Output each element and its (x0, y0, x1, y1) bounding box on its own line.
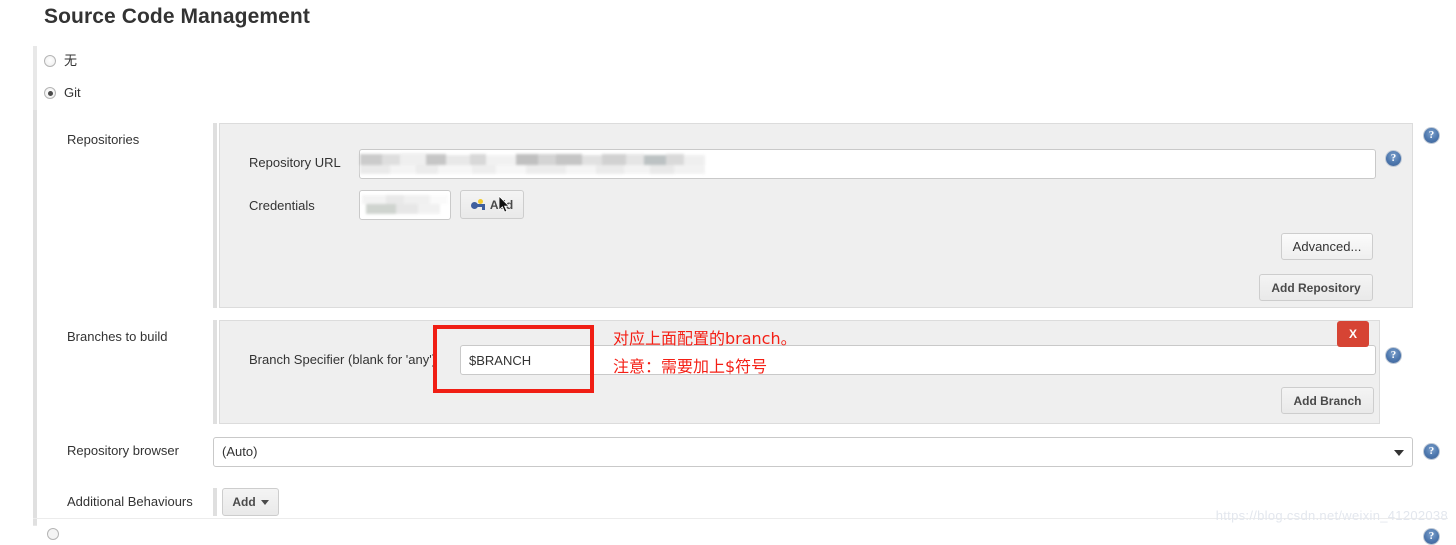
next-section-radio[interactable] (47, 528, 59, 540)
repositories-section-label: Repositories (67, 132, 140, 147)
credentials-redaction (362, 193, 448, 217)
repository-url-redaction (360, 150, 705, 178)
branch-specifier-help-icon[interactable]: ? (1385, 347, 1402, 364)
additional-behaviours-rail (213, 488, 217, 516)
scm-option-none-label: 无 (64, 53, 78, 68)
add-repository-button[interactable]: Add Repository (1259, 274, 1373, 301)
repositories-panel-rail (213, 123, 217, 308)
repository-browser-value: (Auto) (222, 444, 258, 459)
repository-browser-select[interactable]: (Auto) (213, 437, 1413, 467)
credentials-label: Credentials (249, 198, 315, 213)
form-left-rail-secondary (33, 110, 37, 525)
branch-specifier-label: Branch Specifier (blank for 'any') (249, 352, 437, 367)
additional-behaviours-label: Additional Behaviours (67, 494, 193, 509)
radio-icon-none[interactable] (44, 55, 56, 67)
add-credentials-button-label: Add (489, 197, 514, 212)
branches-panel-rail (213, 320, 217, 424)
repository-url-help-icon[interactable]: ? (1385, 150, 1402, 167)
repository-browser-label: Repository browser (67, 443, 179, 458)
advanced-button[interactable]: Advanced... (1281, 233, 1373, 260)
page-title: Source Code Management (44, 5, 310, 28)
scm-option-git[interactable]: Git (44, 86, 81, 100)
key-icon (470, 198, 485, 211)
repositories-section-help-icon[interactable]: ? (1423, 127, 1440, 144)
delete-branch-button[interactable]: X (1337, 321, 1369, 347)
branches-section-label: Branches to build (67, 329, 168, 344)
branch-specifier-input[interactable] (460, 345, 1376, 375)
additional-behaviours-add-label: Add (232, 495, 256, 509)
add-credentials-button[interactable]: Add (460, 190, 524, 219)
annotation-line-2: 注意：需要加上$符号 (613, 357, 768, 376)
watermark: https://blog.csdn.net/weixin_41202038 (1215, 508, 1448, 523)
caret-down-icon (260, 499, 269, 505)
add-branch-button[interactable]: Add Branch (1281, 387, 1374, 414)
annotation-line-1: 对应上面配置的branch。 (613, 329, 797, 348)
bottom-help-icon[interactable]: ? (1423, 528, 1440, 545)
scm-option-none[interactable]: 无 (44, 54, 77, 68)
additional-behaviours-add-button[interactable]: Add (222, 488, 279, 516)
scm-option-git-label: Git (64, 85, 81, 100)
chevron-down-icon (1394, 450, 1404, 456)
radio-icon-git[interactable] (44, 87, 56, 99)
repository-browser-help-icon[interactable]: ? (1423, 443, 1440, 460)
repository-url-label: Repository URL (249, 155, 341, 170)
